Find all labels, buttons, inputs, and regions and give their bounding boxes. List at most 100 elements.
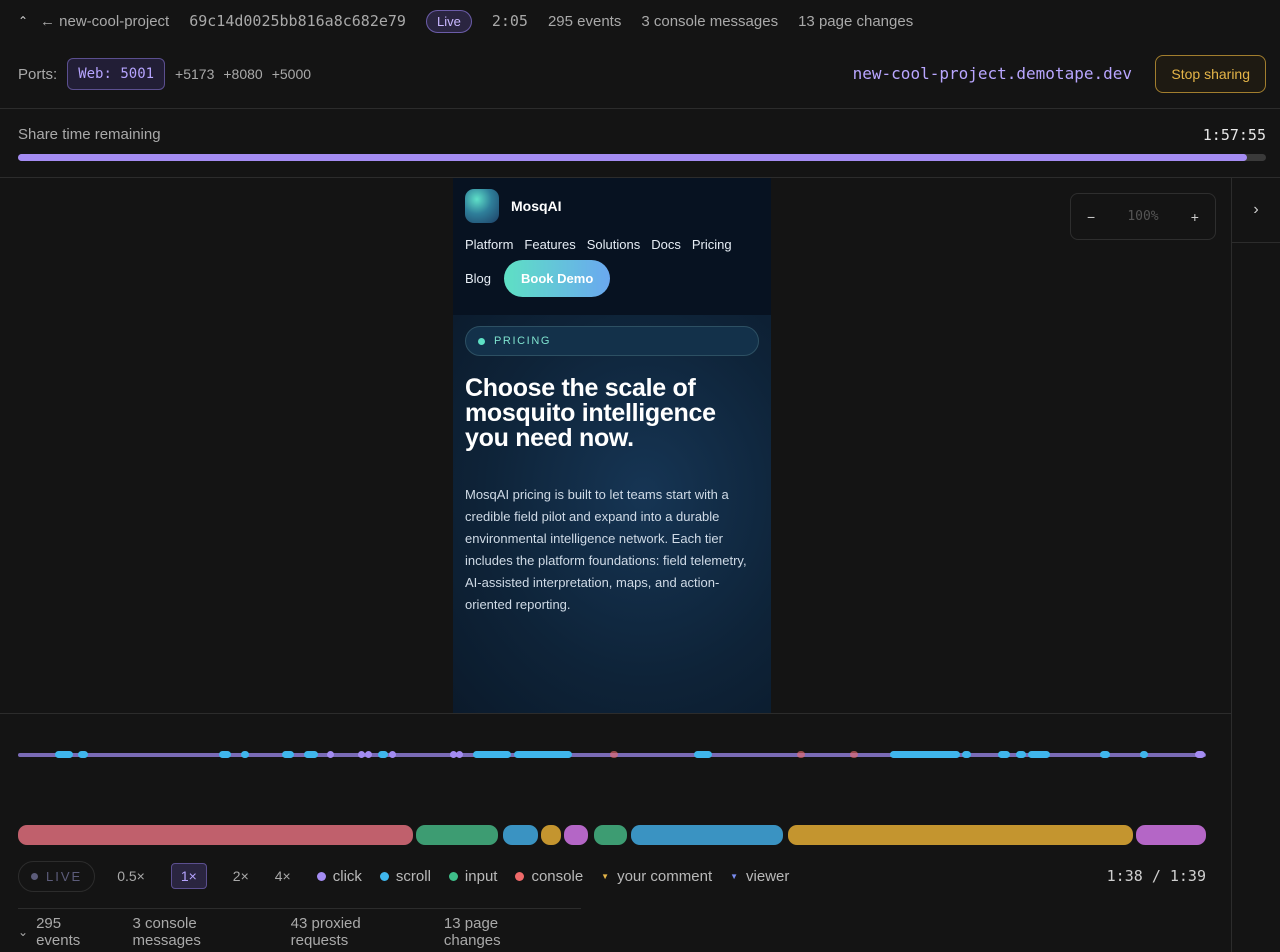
port-8080[interactable]: +8080 [223,66,262,82]
input-dot [448,871,458,881]
viewer-triangle-icon: ▼ [730,871,739,881]
share-time-remaining: 1:57:55 [1202,126,1266,144]
page-segment[interactable] [541,825,561,845]
speed-2x[interactable]: 2× [233,868,249,884]
legend-input: input [448,867,498,885]
legend-label: your comment [617,867,713,885]
port-5000[interactable]: +5000 [272,66,311,82]
zoom-out-button[interactable]: − [1087,209,1095,225]
page-segments[interactable] [18,825,1206,845]
session-id: 69c14d0025bb816a8c682e79 [189,12,406,30]
live-dot [31,872,38,880]
legend-label: viewer [746,867,790,885]
page-segment[interactable] [416,825,498,845]
divider [0,108,1280,109]
elapsed-time: 2:05 [491,12,528,30]
book-demo-button[interactable]: Book Demo [504,260,611,297]
ports-label: Ports: [18,65,58,83]
page-segment[interactable] [564,825,588,845]
footer-events[interactable]: 295 events [36,915,107,949]
nav-solutions[interactable]: Solutions [587,237,640,252]
event-marker[interactable] [797,751,805,758]
chevron-right-icon[interactable]: › [1232,178,1280,243]
share-time-label: Share time remaining [18,126,161,143]
session-header: ⌃ ← new-cool-project 69c14d0025bb816a8c6… [0,0,1280,42]
ports-bar: Ports: Web: 5001 +5173 +8080 +5000 new-c… [0,52,1280,96]
chevron-down-icon[interactable]: ⌄ [18,925,28,939]
legend-label: input [464,867,498,885]
page-segment[interactable] [503,825,538,845]
nav-blog[interactable]: Blog [465,271,491,286]
page-segment[interactable] [788,825,1133,845]
event-marker[interactable] [514,751,572,758]
event-marker[interactable] [473,751,511,758]
click-dot [316,871,326,881]
event-marker[interactable] [304,751,318,758]
page-segment[interactable] [594,825,627,845]
footer-page-changes[interactable]: 13 page changes [444,915,556,949]
legend-click: click [316,867,362,885]
nav-features[interactable]: Features [524,237,575,252]
event-marker[interactable] [378,751,388,758]
event-marker[interactable] [1140,751,1148,758]
nav-pricing[interactable]: Pricing [692,237,732,252]
page-segment[interactable] [1136,825,1206,845]
event-track[interactable] [18,751,1206,758]
event-marker[interactable] [610,751,618,758]
scroll-dot [379,871,389,881]
event-marker[interactable] [219,751,231,758]
back-link[interactable]: ← new-cool-project [40,13,169,30]
event-marker[interactable] [241,751,249,758]
event-marker[interactable] [1195,751,1205,758]
console-count: 3 console messages [641,12,779,30]
timeline-panel: LIVE 0.5× 1× 2× 4× click scroll input co… [0,713,1231,952]
event-marker[interactable] [78,751,88,758]
event-marker[interactable] [456,751,463,758]
share-timer: Share time remaining 1:57:55 [18,126,1266,161]
event-marker[interactable] [962,751,971,758]
speed-0-5x[interactable]: 0.5× [117,868,145,884]
legend-viewer: ▼ viewer [730,868,789,885]
footer-console[interactable]: 3 console messages [133,915,266,949]
stats-footer: ⌄ 295 events 3 console messages 43 proxi… [18,908,581,952]
event-marker[interactable] [358,751,365,758]
event-marker[interactable] [1028,751,1050,758]
nav-platform[interactable]: Platform [465,237,513,252]
time-separator: / [1151,867,1161,885]
event-marker[interactable] [694,751,712,758]
share-domain-link[interactable]: new-cool-project.demotape.dev [853,64,1132,83]
brand-logo [465,189,499,223]
live-button[interactable]: LIVE [18,860,96,892]
zoom-control: − 100% + [1070,193,1216,240]
page-preview[interactable]: MosqAI Platform Features Solutions Docs … [453,178,771,713]
event-marker[interactable] [282,751,294,758]
event-marker[interactable] [998,751,1010,758]
share-progress-bar [18,154,1266,161]
brand-name: MosqAI [511,198,562,214]
port-web-5001[interactable]: Web: 5001 [67,58,166,90]
event-marker[interactable] [389,751,396,758]
tag-dot [478,337,485,345]
preview-stage: MosqAI Platform Features Solutions Docs … [0,178,1231,713]
stop-sharing-button[interactable]: Stop sharing [1155,55,1266,93]
zoom-level: 100% [1127,209,1159,224]
console-dot [515,871,525,881]
event-marker[interactable] [850,751,858,758]
event-marker[interactable] [327,751,334,758]
legend-label: click [332,867,362,885]
zoom-in-button[interactable]: + [1191,209,1199,225]
event-marker[interactable] [1016,751,1026,758]
nav-docs[interactable]: Docs [651,237,681,252]
chevron-up-icon[interactable]: ⌃ [18,14,40,28]
page-segment[interactable] [631,825,783,845]
playback-controls: LIVE 0.5× 1× 2× 4× click scroll input co… [18,860,1206,892]
port-5173[interactable]: +5173 [175,66,214,82]
speed-4x[interactable]: 4× [275,868,291,884]
speed-1x[interactable]: 1× [170,863,207,889]
page-segment[interactable] [18,825,413,845]
event-marker[interactable] [365,751,372,758]
event-marker[interactable] [890,751,960,758]
event-marker[interactable] [55,751,73,758]
event-marker[interactable] [1100,751,1110,758]
footer-proxied[interactable]: 43 proxied requests [291,915,419,949]
